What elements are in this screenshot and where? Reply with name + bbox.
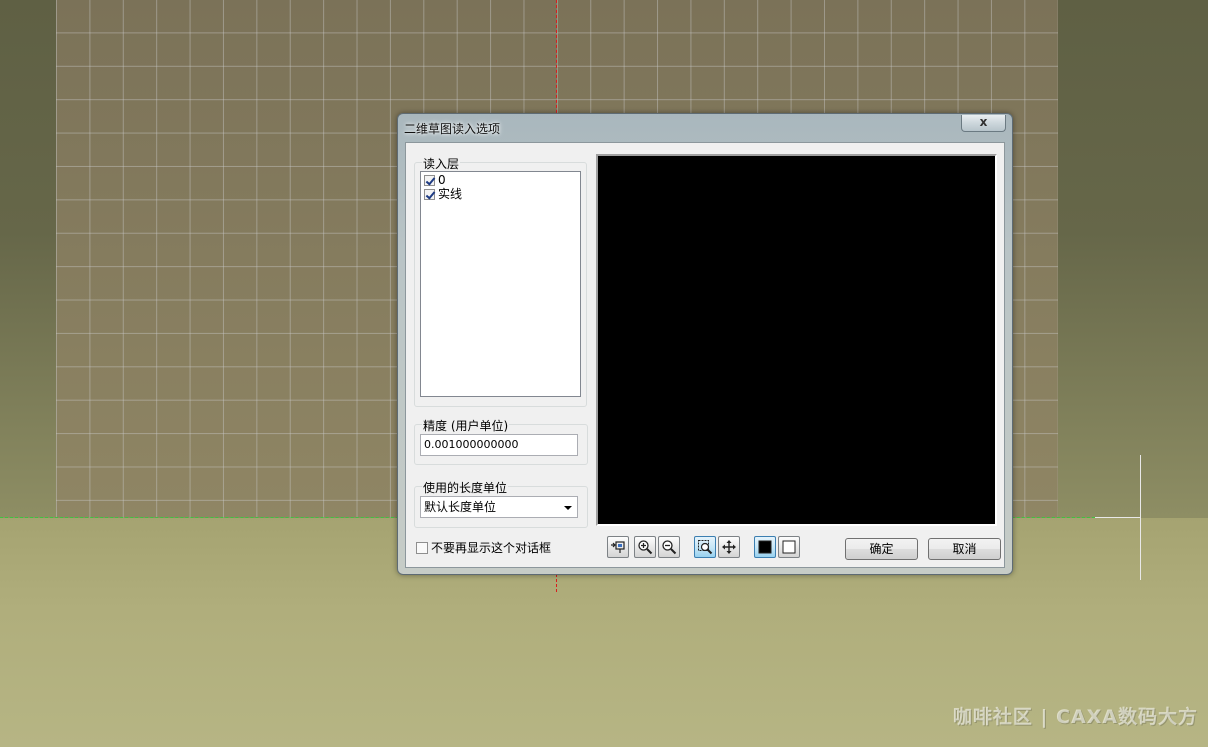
length-unit-select[interactable]: 默认长度单位 bbox=[420, 496, 578, 518]
dont-show-again-option[interactable]: 不要再显示这个对话框 bbox=[416, 541, 551, 555]
viewport-background-right bbox=[1058, 0, 1208, 518]
layer-group-label: 读入层 bbox=[422, 155, 461, 172]
origin-marker-vertical bbox=[1140, 455, 1141, 580]
sketch-import-dialog: 二维草图读入选项 x 读入层 0 实线 精度 (用户单位) 0.00100000… bbox=[397, 113, 1013, 575]
layer-list[interactable]: 0 实线 bbox=[420, 171, 581, 397]
ok-button[interactable]: 确定 bbox=[845, 538, 918, 560]
black-background-icon bbox=[758, 540, 772, 554]
zoom-in-button[interactable] bbox=[634, 536, 656, 558]
zoom-out-button[interactable] bbox=[658, 536, 680, 558]
dont-show-again-label: 不要再显示这个对话框 bbox=[431, 541, 552, 555]
layer-name: 实线 bbox=[438, 187, 463, 201]
white-background-button[interactable] bbox=[778, 536, 800, 558]
layer-name: 0 bbox=[438, 173, 446, 187]
dont-show-again-checkbox[interactable] bbox=[416, 542, 428, 554]
origin-marker-horizontal bbox=[1095, 517, 1140, 518]
viewport-background-left bbox=[0, 0, 56, 518]
list-item[interactable]: 实线 bbox=[424, 187, 462, 201]
dialog-title: 二维草图读入选项 bbox=[404, 122, 501, 136]
list-item[interactable]: 0 bbox=[424, 173, 446, 187]
zoom-window-icon bbox=[698, 540, 713, 555]
pan-button[interactable] bbox=[718, 536, 740, 558]
length-unit-label: 使用的长度单位 bbox=[422, 479, 509, 496]
fit-view-icon bbox=[611, 541, 625, 553]
layer-checkbox-solid-line[interactable] bbox=[424, 188, 435, 200]
fit-view-button[interactable] bbox=[607, 536, 629, 558]
watermark: 咖啡社区 | CAXA数码大方 bbox=[952, 706, 1198, 728]
layer-checkbox-0[interactable] bbox=[424, 174, 435, 186]
zoom-window-button[interactable] bbox=[694, 536, 716, 558]
close-icon: x bbox=[979, 115, 988, 129]
white-background-icon bbox=[782, 540, 796, 554]
preview-canvas[interactable] bbox=[596, 154, 997, 526]
dialog-client-area: 读入层 0 实线 精度 (用户单位) 0.001000000000 使用的长度单… bbox=[405, 142, 1005, 568]
cancel-button[interactable]: 取消 bbox=[928, 538, 1001, 560]
precision-label: 精度 (用户单位) bbox=[422, 417, 510, 434]
zoom-in-icon bbox=[638, 540, 653, 555]
chevron-down-icon bbox=[564, 506, 572, 510]
zoom-out-icon bbox=[662, 540, 677, 555]
precision-input[interactable]: 0.001000000000 bbox=[420, 434, 578, 456]
black-background-button[interactable] bbox=[754, 536, 776, 558]
pan-icon bbox=[722, 540, 736, 554]
length-unit-value: 默认长度单位 bbox=[424, 500, 497, 514]
dialog-titlebar[interactable]: 二维草图读入选项 x bbox=[398, 114, 1012, 141]
close-button[interactable]: x bbox=[961, 115, 1006, 132]
